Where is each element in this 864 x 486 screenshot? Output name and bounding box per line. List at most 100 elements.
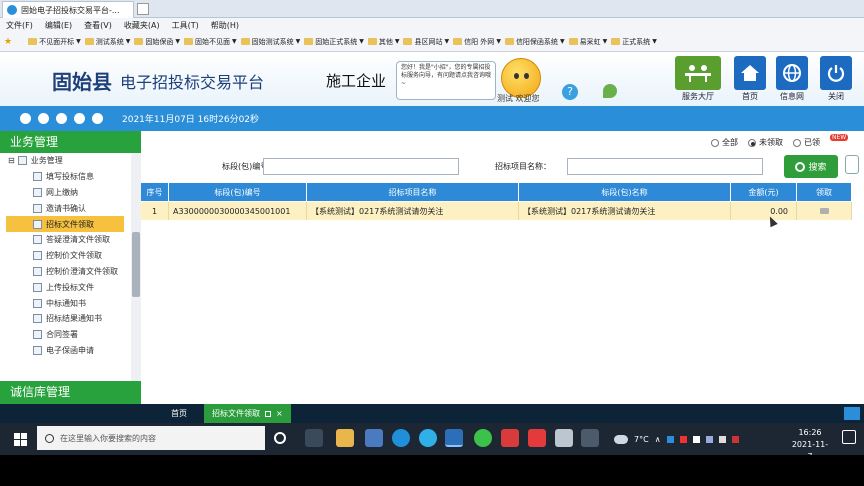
- tray-app-icon[interactable]: [679, 435, 687, 443]
- weather-cloud-icon[interactable]: [614, 434, 628, 444]
- support-icon[interactable]: [92, 113, 103, 124]
- edge-icon[interactable]: [392, 429, 410, 447]
- store-icon[interactable]: [365, 429, 383, 447]
- menu-favorites[interactable]: 收藏夹(A): [124, 20, 160, 31]
- chevron-down-icon: ▼: [444, 38, 450, 45]
- sidebar-item-invitation-confirm[interactable]: 邀请书确认: [0, 200, 130, 216]
- tree-root[interactable]: ⊟ 业务管理: [0, 153, 130, 169]
- network-icon[interactable]: [705, 435, 713, 443]
- fav-item[interactable]: 信阳保函系统 ▼: [504, 37, 565, 47]
- sidebar-item-award-notice[interactable]: 中标通知书: [0, 295, 130, 311]
- fav-label: 固始不见面: [194, 37, 230, 46]
- sidebar-item-clarification-receive[interactable]: 答疑澄清文件领取: [0, 232, 130, 248]
- ie-icon[interactable]: [445, 429, 463, 447]
- fav-item[interactable]: 固始保函 ▼: [134, 37, 180, 47]
- menu-file[interactable]: 文件(F): [6, 20, 33, 31]
- sidebar-item-label: 招标结果通知书: [46, 314, 102, 324]
- sidebar-item-online-payment[interactable]: 网上缴纳: [0, 185, 130, 201]
- sidebar-item-tender-doc-receive[interactable]: 招标文件领取: [6, 216, 124, 232]
- fav-item[interactable]: 固始正式系统 ▼: [304, 37, 364, 47]
- windows-start-icon[interactable]: [8, 427, 32, 451]
- fav-item[interactable]: 测试系统 ▼: [84, 37, 130, 47]
- menu-icon[interactable]: [844, 407, 860, 420]
- new-tab-button[interactable]: [137, 3, 149, 15]
- fav-item[interactable]: 其他 ▼: [367, 37, 399, 47]
- mascot-icon[interactable]: [501, 58, 541, 98]
- app-icon[interactable]: [501, 429, 519, 447]
- message-icon[interactable]: [20, 113, 31, 124]
- restore-icon[interactable]: [265, 410, 271, 417]
- file-explorer-icon[interactable]: [336, 429, 354, 447]
- sidebar-item-upload-bid[interactable]: 上传投标文件: [0, 279, 130, 295]
- menu-tools[interactable]: 工具(T): [172, 20, 199, 31]
- section-code-input[interactable]: [263, 158, 459, 175]
- notification-icon[interactable]: [842, 430, 856, 444]
- browser-tab[interactable]: 固始电子招投标交易平台-...: [2, 1, 134, 18]
- input-method-icon[interactable]: [731, 435, 739, 443]
- power-icon: [827, 65, 845, 82]
- tree-root-label: 业务管理: [30, 156, 63, 166]
- fav-item[interactable]: 固始不见面 ▼: [183, 37, 237, 47]
- tab-home[interactable]: 首页: [160, 408, 198, 419]
- book-icon[interactable]: [74, 113, 85, 124]
- folder-icon: [504, 38, 514, 45]
- tray-app-icon[interactable]: [692, 435, 700, 443]
- col-receive: 领取: [797, 183, 852, 201]
- sidebar-item-e-guarantee[interactable]: 电子保函申请: [0, 343, 130, 359]
- browser-icon[interactable]: [419, 429, 437, 447]
- page-icon: [33, 330, 42, 340]
- menu-view[interactable]: 查看(V): [84, 20, 112, 31]
- project-name-input[interactable]: [567, 158, 763, 175]
- sidebar-item-control-price-clarification[interactable]: 控制价澄清文件领取: [0, 264, 130, 280]
- credit-library-title[interactable]: 诚信库管理: [0, 381, 141, 404]
- fav-label: 信阳保函系统: [515, 37, 558, 46]
- radio-received[interactable]: 已领: [793, 137, 820, 148]
- tree-icon[interactable]: [603, 84, 617, 98]
- weather-temp[interactable]: 7°C: [634, 435, 649, 444]
- home-button[interactable]: [734, 56, 766, 90]
- taskbar-search[interactable]: 在这里输入你要搜索的内容: [37, 426, 265, 450]
- fav-item[interactable]: 固始测试系统 ▼: [240, 37, 300, 47]
- system-tray: 7°C ∧: [614, 426, 739, 452]
- tab-tender-doc-receive[interactable]: 招标文件领取 ×: [204, 404, 291, 423]
- sidebar-item-result-notice[interactable]: 招标结果通知书: [0, 311, 130, 327]
- fav-item[interactable]: 信阳 外网 ▼: [453, 37, 501, 47]
- radio-unreceived[interactable]: 未领取: [748, 137, 783, 148]
- table-row[interactable]: 1 A3300000030000345001001 【系统测试】0217系统测试…: [141, 202, 852, 220]
- info-net-button[interactable]: [776, 56, 808, 90]
- project-name-label: 招标项目名称：: [495, 162, 551, 171]
- chevron-up-icon[interactable]: ∧: [655, 435, 661, 444]
- wps-icon[interactable]: [528, 429, 546, 447]
- app-icon[interactable]: [581, 429, 599, 447]
- sidebar-scroll-thumb[interactable]: [132, 232, 140, 297]
- sidebar-title[interactable]: 业务管理: [0, 131, 141, 153]
- app-icon[interactable]: [555, 429, 573, 447]
- service-hall-button[interactable]: [675, 56, 721, 90]
- close-button[interactable]: [820, 56, 852, 90]
- sidebar-item-bid-info[interactable]: 填写投标信息: [0, 169, 130, 185]
- help-icon[interactable]: ?: [562, 84, 578, 100]
- search-button[interactable]: 搜索: [784, 155, 838, 178]
- fav-item[interactable]: 易采虹 ▼: [568, 37, 607, 47]
- sidebar-item-control-price-receive[interactable]: 控制价文件领取: [0, 248, 130, 264]
- radio-all[interactable]: 全部: [711, 137, 738, 148]
- volume-icon[interactable]: [718, 435, 726, 443]
- page-icon: [33, 266, 42, 276]
- gear-icon[interactable]: [38, 113, 49, 124]
- fav-item[interactable]: 正式系统 ▼: [611, 37, 657, 47]
- fav-item[interactable]: 不见面开标 ▼: [28, 37, 81, 47]
- receive-icon[interactable]: [819, 208, 829, 214]
- task-view-icon[interactable]: [305, 429, 323, 447]
- cortana-icon[interactable]: [274, 432, 286, 444]
- close-icon[interactable]: ×: [276, 409, 283, 418]
- wechat-icon[interactable]: [474, 429, 492, 447]
- fav-item[interactable]: 县区网站 ▼: [403, 37, 449, 47]
- menu-help[interactable]: 帮助(H): [211, 20, 239, 31]
- scroll-control[interactable]: [845, 155, 859, 174]
- assistant-bubble[interactable]: 您好！我是"小招"，您的专属招投标服务向导，有问题请点我咨询哦~: [396, 61, 496, 100]
- cell-receive[interactable]: [797, 202, 852, 220]
- tray-app-icon[interactable]: [666, 435, 674, 443]
- wrench-icon[interactable]: [56, 113, 67, 124]
- menu-edit[interactable]: 编辑(E): [45, 20, 72, 31]
- sidebar-item-contract-sign[interactable]: 合同签署: [0, 327, 130, 343]
